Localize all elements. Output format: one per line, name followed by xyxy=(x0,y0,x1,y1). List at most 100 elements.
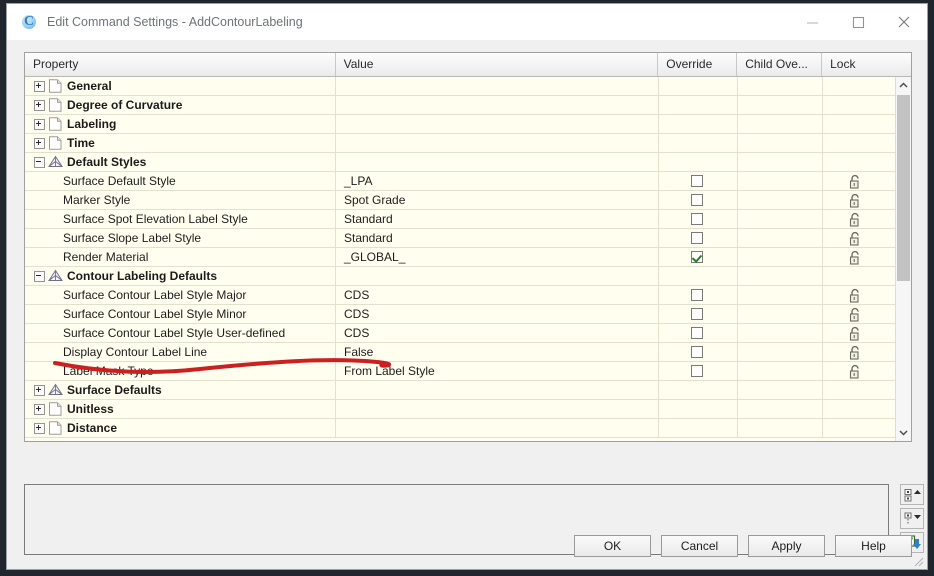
table-row[interactable]: Label Mask Type From Label Style xyxy=(25,362,911,381)
override-checkbox[interactable] xyxy=(691,175,703,187)
cell-child-override[interactable] xyxy=(738,286,823,304)
cell-property[interactable]: Time xyxy=(25,134,336,152)
unlocked-padlock-icon[interactable] xyxy=(848,288,862,303)
override-checkbox[interactable] xyxy=(691,346,703,358)
unlocked-padlock-icon[interactable] xyxy=(848,250,862,265)
cell-lock[interactable] xyxy=(823,324,896,342)
expand-toggle-icon[interactable] xyxy=(34,99,45,111)
cell-property[interactable]: Degree of Curvature xyxy=(25,96,336,114)
maximize-icon[interactable] xyxy=(835,4,881,40)
cell-lock[interactable] xyxy=(823,134,896,152)
cell-value[interactable] xyxy=(336,267,659,285)
cell-override[interactable] xyxy=(659,400,738,418)
unlocked-padlock-icon[interactable] xyxy=(848,231,862,246)
cell-value[interactable]: CDS xyxy=(336,286,659,304)
cell-lock[interactable] xyxy=(823,381,896,399)
help-button[interactable]: Help xyxy=(835,535,912,557)
table-row[interactable]: Render Material _GLOBAL_ xyxy=(25,248,911,267)
cell-value[interactable]: False xyxy=(336,343,659,361)
cell-override[interactable] xyxy=(659,210,738,228)
cell-property[interactable]: Marker Style xyxy=(25,191,336,209)
cell-override[interactable] xyxy=(659,77,738,95)
cell-override[interactable] xyxy=(659,305,738,323)
cell-lock[interactable] xyxy=(823,96,896,114)
cell-override[interactable] xyxy=(659,134,738,152)
cell-child-override[interactable] xyxy=(738,343,823,361)
table-row[interactable]: Surface Defaults xyxy=(25,381,911,400)
cell-child-override[interactable] xyxy=(738,400,823,418)
cell-child-override[interactable] xyxy=(738,305,823,323)
cell-lock[interactable] xyxy=(823,210,896,228)
cell-child-override[interactable] xyxy=(738,134,823,152)
cell-lock[interactable] xyxy=(823,191,896,209)
cell-value[interactable] xyxy=(336,400,659,418)
cell-override[interactable] xyxy=(659,248,738,266)
column-header-override[interactable]: Override xyxy=(658,53,738,76)
cell-lock[interactable] xyxy=(823,419,896,437)
unlocked-padlock-icon[interactable] xyxy=(848,174,862,189)
expand-toggle-icon[interactable] xyxy=(34,137,45,149)
collapse-toggle-icon[interactable] xyxy=(34,270,45,282)
cell-child-override[interactable] xyxy=(738,248,823,266)
cell-value[interactable] xyxy=(336,77,659,95)
cell-property[interactable]: Default Styles xyxy=(25,153,336,171)
cell-value[interactable] xyxy=(336,134,659,152)
table-row[interactable]: Contour Labeling Defaults xyxy=(25,267,911,286)
cell-override[interactable] xyxy=(659,153,738,171)
cell-value[interactable]: CDS xyxy=(336,305,659,323)
cell-property[interactable]: Surface Contour Label Style Major xyxy=(25,286,336,304)
cell-value[interactable] xyxy=(336,115,659,133)
cell-lock[interactable] xyxy=(823,267,896,285)
close-icon[interactable] xyxy=(881,4,927,40)
expand-toggle-icon[interactable] xyxy=(34,118,45,130)
scroll-up-icon[interactable] xyxy=(896,77,911,94)
cell-child-override[interactable] xyxy=(738,96,823,114)
cell-property[interactable]: Surface Contour Label Style Minor xyxy=(25,305,336,323)
cell-child-override[interactable] xyxy=(738,77,823,95)
scrollbar-thumb[interactable] xyxy=(897,95,910,281)
expand-toggle-icon[interactable] xyxy=(34,80,45,92)
cell-lock[interactable] xyxy=(823,153,896,171)
cell-value[interactable] xyxy=(336,419,659,437)
cell-value[interactable]: From Label Style xyxy=(336,362,659,380)
cell-value[interactable]: CDS xyxy=(336,324,659,342)
table-row[interactable]: Default Styles xyxy=(25,153,911,172)
grid-vertical-scrollbar[interactable] xyxy=(895,77,911,441)
cell-child-override[interactable] xyxy=(738,191,823,209)
cell-override[interactable] xyxy=(659,419,738,437)
table-row[interactable]: Time xyxy=(25,134,911,153)
expand-toggle-icon[interactable] xyxy=(34,403,45,415)
resize-grip[interactable] xyxy=(911,554,925,568)
cell-override[interactable] xyxy=(659,267,738,285)
unlocked-padlock-icon[interactable] xyxy=(848,326,862,341)
cell-override[interactable] xyxy=(659,96,738,114)
cell-property[interactable]: Unitless xyxy=(25,400,336,418)
cell-lock[interactable] xyxy=(823,362,896,380)
cell-lock[interactable] xyxy=(823,343,896,361)
expand-all-button[interactable] xyxy=(900,484,924,505)
cell-lock[interactable] xyxy=(823,115,896,133)
table-row[interactable]: Surface Contour Label Style Major CDS xyxy=(25,286,911,305)
cell-value[interactable]: Spot Grade xyxy=(336,191,659,209)
cell-override[interactable] xyxy=(659,381,738,399)
cell-child-override[interactable] xyxy=(738,324,823,342)
table-row[interactable]: Surface Default Style _LPA xyxy=(25,172,911,191)
minimize-icon[interactable] xyxy=(789,4,835,40)
cell-lock[interactable] xyxy=(823,77,896,95)
override-checkbox[interactable] xyxy=(691,365,703,377)
cell-value[interactable] xyxy=(336,381,659,399)
cell-override[interactable] xyxy=(659,191,738,209)
cell-child-override[interactable] xyxy=(738,419,823,437)
scroll-down-icon[interactable] xyxy=(896,424,911,441)
cell-child-override[interactable] xyxy=(738,381,823,399)
cell-value[interactable]: _LPA xyxy=(336,172,659,190)
cell-value[interactable]: Standard xyxy=(336,210,659,228)
cell-property[interactable]: Distance xyxy=(25,419,336,437)
cell-lock[interactable] xyxy=(823,286,896,304)
cell-child-override[interactable] xyxy=(738,210,823,228)
cell-property[interactable]: Surface Default Style xyxy=(25,172,336,190)
override-checkbox[interactable] xyxy=(691,251,703,263)
cell-property[interactable]: Surface Slope Label Style xyxy=(25,229,336,247)
table-row[interactable]: Labeling xyxy=(25,115,911,134)
cell-lock[interactable] xyxy=(823,229,896,247)
